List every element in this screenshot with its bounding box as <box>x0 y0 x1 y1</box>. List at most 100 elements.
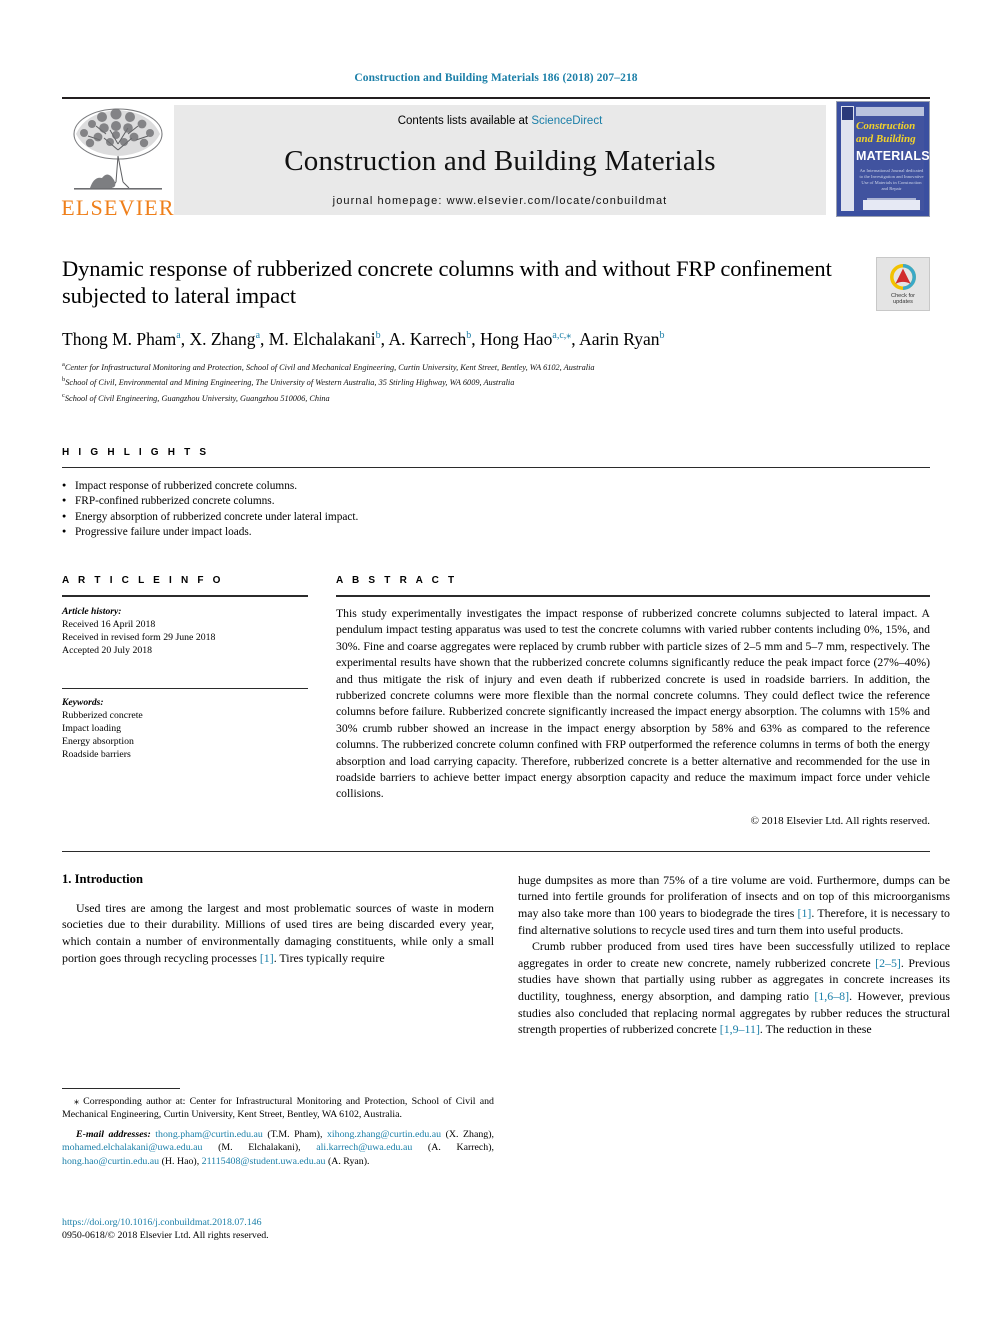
author-affiliation-marker: b <box>659 330 665 341</box>
email-link[interactable]: thong.pham@curtin.edu.au <box>155 1129 263 1140</box>
section-title-introduction: 1. Introduction <box>62 871 143 886</box>
article-history-revised: Received in revised form 29 June 2018 <box>62 632 216 644</box>
author-name: A. Karrech <box>388 328 467 349</box>
email-owner: (T.M. Pham), <box>262 1128 327 1140</box>
paper-page: Construction and Building Materials 186 … <box>0 0 992 1323</box>
sciencedirect-link[interactable]: ScienceDirect <box>531 115 602 127</box>
crossmark-label-line2: updates <box>893 299 913 305</box>
article-info-heading: A R T I C L E I N F O <box>62 574 224 586</box>
email-owner: (M. Elchalakani), <box>202 1142 317 1154</box>
issn-copyright: 0950-0618/© 2018 Elsevier Ltd. All right… <box>62 1230 269 1241</box>
email-addresses-label: E-mail addresses: <box>76 1128 151 1140</box>
citation-link[interactable]: [1] <box>260 951 274 965</box>
article-history-block: Article history: Received 16 April 2018 … <box>62 605 308 658</box>
author-item[interactable]: A. Karrechb <box>388 329 471 349</box>
citation-link[interactable]: [1] <box>798 906 812 920</box>
crossmark-badge[interactable]: Check for updates <box>876 257 930 311</box>
email-owner: (X. Zhang), <box>441 1128 494 1140</box>
email-link[interactable]: hong.hao@curtin.edu.au <box>62 1156 159 1167</box>
author-item[interactable]: Hong Haoa,c,⁎ <box>480 329 571 349</box>
cover-left-bar <box>841 106 854 211</box>
author-name: Thong M. Pham <box>62 328 177 349</box>
body-top-divider <box>62 850 930 852</box>
body-column-left: 1. Introduction Used tires are among the… <box>62 872 494 1038</box>
abstract-text: This study experimentally investigates t… <box>336 606 930 801</box>
article-history-received: Received 16 April 2018 <box>62 618 156 630</box>
author-separator: , <box>571 328 580 349</box>
email-link[interactable]: ali.karrech@uwa.edu.au <box>316 1142 412 1153</box>
contents-prefix: Contents lists available at <box>397 115 532 127</box>
running-head: Construction and Building Materials 186 … <box>354 72 638 84</box>
footnote-divider <box>62 1088 180 1089</box>
affiliation-item: cSchool of Civil Engineering, Guangzhou … <box>62 390 930 405</box>
crossmark-label: Check for updates <box>891 293 915 306</box>
highlights-section: H I G H L I G H T S Impact response of r… <box>62 447 930 541</box>
keyword-item: Roadside barriers <box>62 749 131 761</box>
author-name: Aarin Ryan <box>579 328 660 349</box>
highlights-divider <box>62 466 930 468</box>
email-link[interactable]: mohamed.elchalakani@uwa.edu.au <box>62 1142 202 1153</box>
highlights-heading: H I G H L I G H T S <box>62 446 210 458</box>
keywords-block: Keywords: Rubberized concrete Impact loa… <box>62 696 308 762</box>
keyword-item: Energy absorption <box>62 735 134 747</box>
keywords-divider <box>62 687 308 689</box>
corresponding-author-text: Corresponding author at: Center for Infr… <box>62 1096 494 1121</box>
info-abstract-section: A R T I C L E I N F O Article history: R… <box>62 575 930 827</box>
cover-title-materials: MATERIALS <box>856 149 930 163</box>
paragraph-text: . Tires typically require <box>273 950 385 965</box>
page-title: Dynamic response of rubberized concrete … <box>62 256 832 308</box>
journal-homepage-link[interactable]: journal homepage: www.elsevier.com/locat… <box>333 195 668 207</box>
title-block: Dynamic response of rubberized concrete … <box>62 255 930 405</box>
elsevier-tree-icon <box>73 108 163 190</box>
cover-subtitle: An International Journal dedicated to th… <box>859 168 924 191</box>
paragraph: Used tires are among the largest and mos… <box>62 900 494 966</box>
cover-publisher-logo-icon <box>842 107 853 120</box>
contents-available-line: Contents lists available at ScienceDirec… <box>398 115 603 127</box>
email-addresses-note: E-mail addresses: thong.pham@curtin.edu.… <box>62 1128 494 1168</box>
email-link[interactable]: xihong.zhang@curtin.edu.au <box>327 1129 441 1140</box>
cover-title-line2: and Building <box>856 133 916 145</box>
paragraph: Crumb rubber produced from used tires ha… <box>518 938 950 1038</box>
crossmark-icon <box>890 263 916 290</box>
article-info-divider <box>62 594 308 597</box>
author-item[interactable]: M. Elchalakanib <box>269 329 381 349</box>
journal-band: Contents lists available at ScienceDirec… <box>174 105 826 215</box>
doi-link[interactable]: https://doi.org/10.1016/j.conbuildmat.20… <box>62 1216 522 1229</box>
author-item[interactable]: Aarin Ryanb <box>579 329 664 349</box>
email-owner: (A. Ryan). <box>325 1155 370 1167</box>
keywords-label: Keywords: <box>62 696 104 708</box>
author-name: M. Elchalakani <box>268 328 376 349</box>
abstract-heading: A B S T R A C T <box>336 574 458 586</box>
affiliation-text: Center for Infrastructural Monitoring an… <box>64 362 595 372</box>
affiliation-text: School of Civil, Environmental and Minin… <box>65 377 515 387</box>
affiliation-text: School of Civil Engineering, Guangzhou U… <box>64 393 330 403</box>
cover-title-line1: Construction <box>856 120 916 132</box>
abstract-copyright: © 2018 Elsevier Ltd. All rights reserved… <box>750 814 930 827</box>
citation-link[interactable]: [2–5] <box>875 956 901 970</box>
email-owner: (H. Hao), <box>159 1155 202 1167</box>
list-item: FRP-confined rubberized concrete columns… <box>62 493 930 510</box>
body-column-right: huge dumpsites as more than 75% of a tir… <box>518 872 950 1038</box>
cover-title-italic: Construction and Building <box>856 120 926 146</box>
citation-link[interactable]: [1,9–11] <box>720 1022 760 1036</box>
email-owner: (A. Karrech), <box>412 1142 494 1154</box>
body-columns: 1. Introduction Used tires are among the… <box>62 872 950 1038</box>
author-item[interactable]: X. Zhanga <box>189 329 260 349</box>
author-name: X. Zhang <box>189 328 256 349</box>
footnote-block: ⁎ Corresponding author at: Center for In… <box>62 1088 494 1168</box>
author-item[interactable]: Thong M. Phama <box>62 329 181 349</box>
list-item: Energy absorption of rubberized concrete… <box>62 509 930 526</box>
article-info-column: A R T I C L E I N F O Article history: R… <box>62 575 308 827</box>
email-link[interactable]: 21115408@student.uwa.edu.au <box>202 1156 326 1167</box>
author-affiliation-marker: a,c,⁎ <box>552 330 572 341</box>
highlights-list: Impact response of rubberized concrete c… <box>62 478 930 541</box>
author-separator: , <box>471 328 480 349</box>
article-history-accepted: Accepted 20 July 2018 <box>62 645 153 657</box>
elsevier-logo: ELSEVIER <box>61 99 174 221</box>
keyword-item: Impact loading <box>62 722 122 734</box>
affiliation-item: bSchool of Civil, Environmental and Mini… <box>62 374 930 389</box>
corresponding-author-note: ⁎ Corresponding author at: Center for In… <box>62 1095 494 1122</box>
journal-masthead: ELSEVIER Contents lists available at Sci… <box>61 97 930 221</box>
journal-cover-thumbnail: Construction and Building MATERIALS An I… <box>836 101 930 217</box>
citation-link[interactable]: [1,6–8] <box>814 989 849 1003</box>
